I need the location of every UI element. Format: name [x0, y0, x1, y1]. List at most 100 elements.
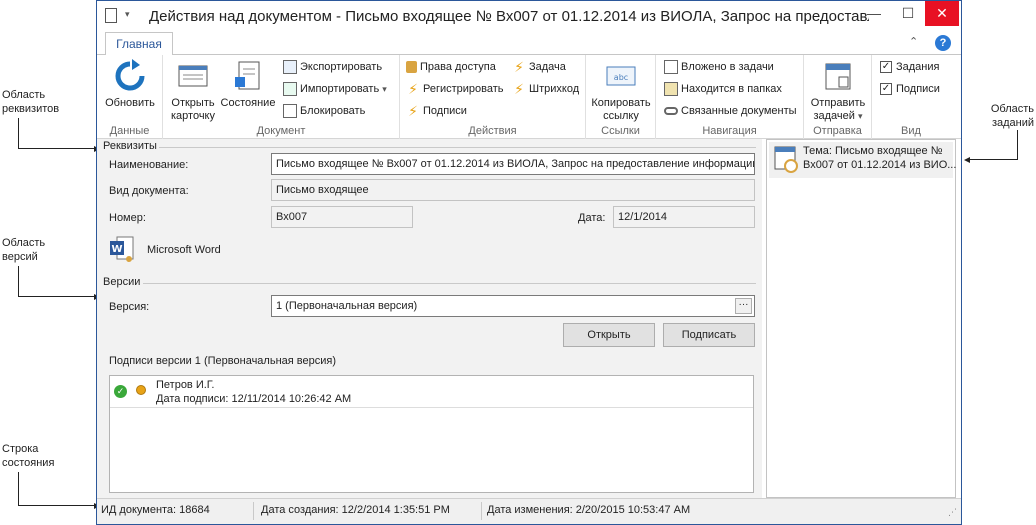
chain-link-icon: [664, 107, 678, 116]
open-card-label-1: Открыть: [171, 97, 215, 109]
annotation-tasks-arrow: [964, 157, 970, 163]
import-label: Импортировать: [300, 83, 380, 95]
number-field[interactable]: Вх007: [271, 206, 413, 228]
related-docs-button[interactable]: Связанные документы: [664, 101, 797, 121]
version-browse-button[interactable]: ···: [735, 298, 752, 314]
block-icon: [283, 104, 297, 119]
export-icon: [283, 60, 297, 75]
close-button[interactable]: ✕: [925, 1, 959, 26]
group-document-label: Документ: [256, 125, 306, 137]
group-links: abc Копировать ссылку Ссылки: [586, 55, 656, 139]
barcode-button[interactable]: ⚡ Штрихкод: [512, 79, 579, 99]
group-navigation: Вложено в задачи Находится в папках Связ…: [656, 55, 804, 139]
certificate-icon: [136, 385, 146, 395]
task-item[interactable]: Тема: Письмо входящее № Вх007 от 01.12.2…: [769, 142, 957, 178]
group-send: Отправить задачей ▾ Отправка: [804, 55, 872, 139]
task-subject-line1: Тема: Письмо входящее №: [803, 145, 943, 157]
svg-text:abc: abc: [614, 73, 628, 82]
import-dropdown-icon[interactable]: ▾: [382, 84, 387, 94]
word-document-icon[interactable]: W: [109, 235, 135, 263]
date-label: Дата:: [578, 212, 606, 224]
collapse-ribbon-icon[interactable]: ⌃: [909, 35, 918, 48]
access-rights-button[interactable]: Права доступа: [406, 57, 496, 77]
refresh-label: Обновить: [105, 97, 155, 109]
refresh-icon: [113, 59, 147, 93]
annotation-versions-area: Область версий: [2, 237, 46, 263]
status-doc-id: ИД документа: 18684: [101, 504, 210, 516]
import-button[interactable]: Импортировать ▾: [283, 79, 387, 99]
group-send-label: Отправка: [813, 125, 862, 137]
task-button[interactable]: ⚡ Задача: [512, 57, 566, 77]
send-task-label-1: Отправить: [810, 97, 866, 109]
lightning-icon: ⚡: [514, 81, 524, 98]
signer-name: Петров И.Г.: [156, 379, 215, 391]
status-bar: ИД документа: 18684 Дата создания: 12/2/…: [97, 498, 961, 524]
details-section-title: Реквизиты: [103, 140, 157, 152]
block-button[interactable]: Блокировать: [283, 101, 365, 121]
group-view: ✓ Задания ✓ Подписи Вид: [872, 55, 950, 139]
state-icon: [231, 59, 265, 93]
date-field[interactable]: 12/1/2014: [613, 206, 755, 228]
signature-date: Дата подписи: 12/11/2014 10:26:42 AM: [156, 393, 352, 405]
signature-row[interactable]: ✓ Петров И.Г. Дата подписи: 12/11/2014 1…: [110, 376, 753, 408]
state-button[interactable]: Состояние: [219, 59, 277, 110]
quick-access-dropdown-icon[interactable]: ▾: [125, 9, 130, 20]
register-button[interactable]: ⚡ Регистрировать: [406, 79, 503, 99]
name-field[interactable]: Письмо входящее № Вх007 от 01.12.2014 из…: [271, 153, 755, 175]
task-calendar-icon: [772, 144, 800, 174]
annotation-details-line: [18, 118, 96, 149]
send-task-button[interactable]: Отправить задачей ▾: [806, 59, 870, 123]
lock-icon: [406, 61, 417, 74]
status-modified: Дата изменения: 2/20/2015 10:53:47 AM: [487, 504, 691, 516]
in-folders-button[interactable]: Находится в папках: [664, 79, 782, 99]
doc-type-field[interactable]: Письмо входящее: [271, 179, 755, 201]
check-icon: ✓: [880, 61, 892, 74]
doc-type-label: Вид документа:: [109, 185, 189, 197]
version-field[interactable]: 1 (Первоначальная версия): [271, 295, 755, 317]
tab-main[interactable]: Главная: [105, 32, 173, 56]
sign-version-button[interactable]: Подписать: [663, 323, 755, 347]
view-tasks-label: Задания: [896, 61, 940, 73]
in-tasks-button[interactable]: Вложено в задачи: [664, 57, 774, 77]
help-icon[interactable]: ?: [935, 35, 951, 51]
send-task-label-2: задачей: [813, 110, 855, 122]
status-divider: [481, 502, 482, 520]
barcode-label: Штрихкод: [529, 83, 580, 95]
task-label: Задача: [529, 61, 566, 73]
view-signatures-checkbox[interactable]: ✓ Подписи: [880, 79, 940, 99]
view-tasks-checkbox[interactable]: ✓ Задания: [880, 57, 939, 77]
open-card-button[interactable]: Открыть карточку: [165, 59, 221, 123]
refresh-button[interactable]: Обновить: [99, 59, 161, 110]
status-created: Дата создания: 12/2/2014 1:35:51 PM: [261, 504, 450, 516]
ribbon: Обновить Данные Открыть карточку Состоян…: [97, 55, 961, 139]
lightning-icon: ⚡: [408, 81, 418, 98]
lightning-icon: ⚡: [408, 103, 418, 120]
export-button[interactable]: Экспортировать: [283, 57, 382, 77]
annotation-status-line: [18, 472, 96, 506]
lightning-icon: ⚡: [514, 59, 524, 76]
open-card-label-2: карточку: [170, 110, 215, 122]
signatures-list[interactable]: ✓ Петров И.Г. Дата подписи: 12/11/2014 1…: [109, 375, 754, 493]
signatures-header: Подписи версии 1 (Первоначальная версия): [109, 355, 336, 367]
group-actions: Права доступа ⚡ Регистрировать ⚡ Подписи ⚡…: [400, 55, 586, 139]
maximize-button[interactable]: ☐: [891, 1, 925, 26]
task-subject-line2: Вх007 от 01.12.2014 из ВИО...: [803, 159, 957, 171]
annotation-details-area: Область реквизитов: [2, 89, 60, 115]
group-view-label: Вид: [901, 125, 921, 137]
send-dropdown-icon[interactable]: ▾: [858, 111, 863, 121]
signatures-button[interactable]: ⚡ Подписи: [406, 101, 467, 121]
folder-icon: [664, 82, 678, 97]
window-title: Действия над документом - Письмо входяще…: [149, 8, 869, 25]
in-folders-label: Находится в папках: [681, 83, 782, 95]
view-signatures-label: Подписи: [896, 83, 940, 95]
svg-text:W: W: [111, 244, 122, 255]
minimize-button[interactable]: —: [857, 1, 891, 26]
details-section-divider: [159, 147, 756, 148]
resize-grip-icon[interactable]: ⋰: [948, 507, 957, 518]
tasks-pane: Тема: Письмо входящее № Вх007 от 01.12.2…: [766, 139, 956, 498]
app-name: Microsoft Word: [147, 244, 221, 256]
document-actions-window: ▾ Действия над документом - Письмо входя…: [96, 0, 962, 525]
copy-link-button[interactable]: abc Копировать ссылку: [588, 59, 654, 123]
open-version-button[interactable]: Открыть: [563, 323, 655, 347]
versions-section-divider: [143, 283, 756, 284]
